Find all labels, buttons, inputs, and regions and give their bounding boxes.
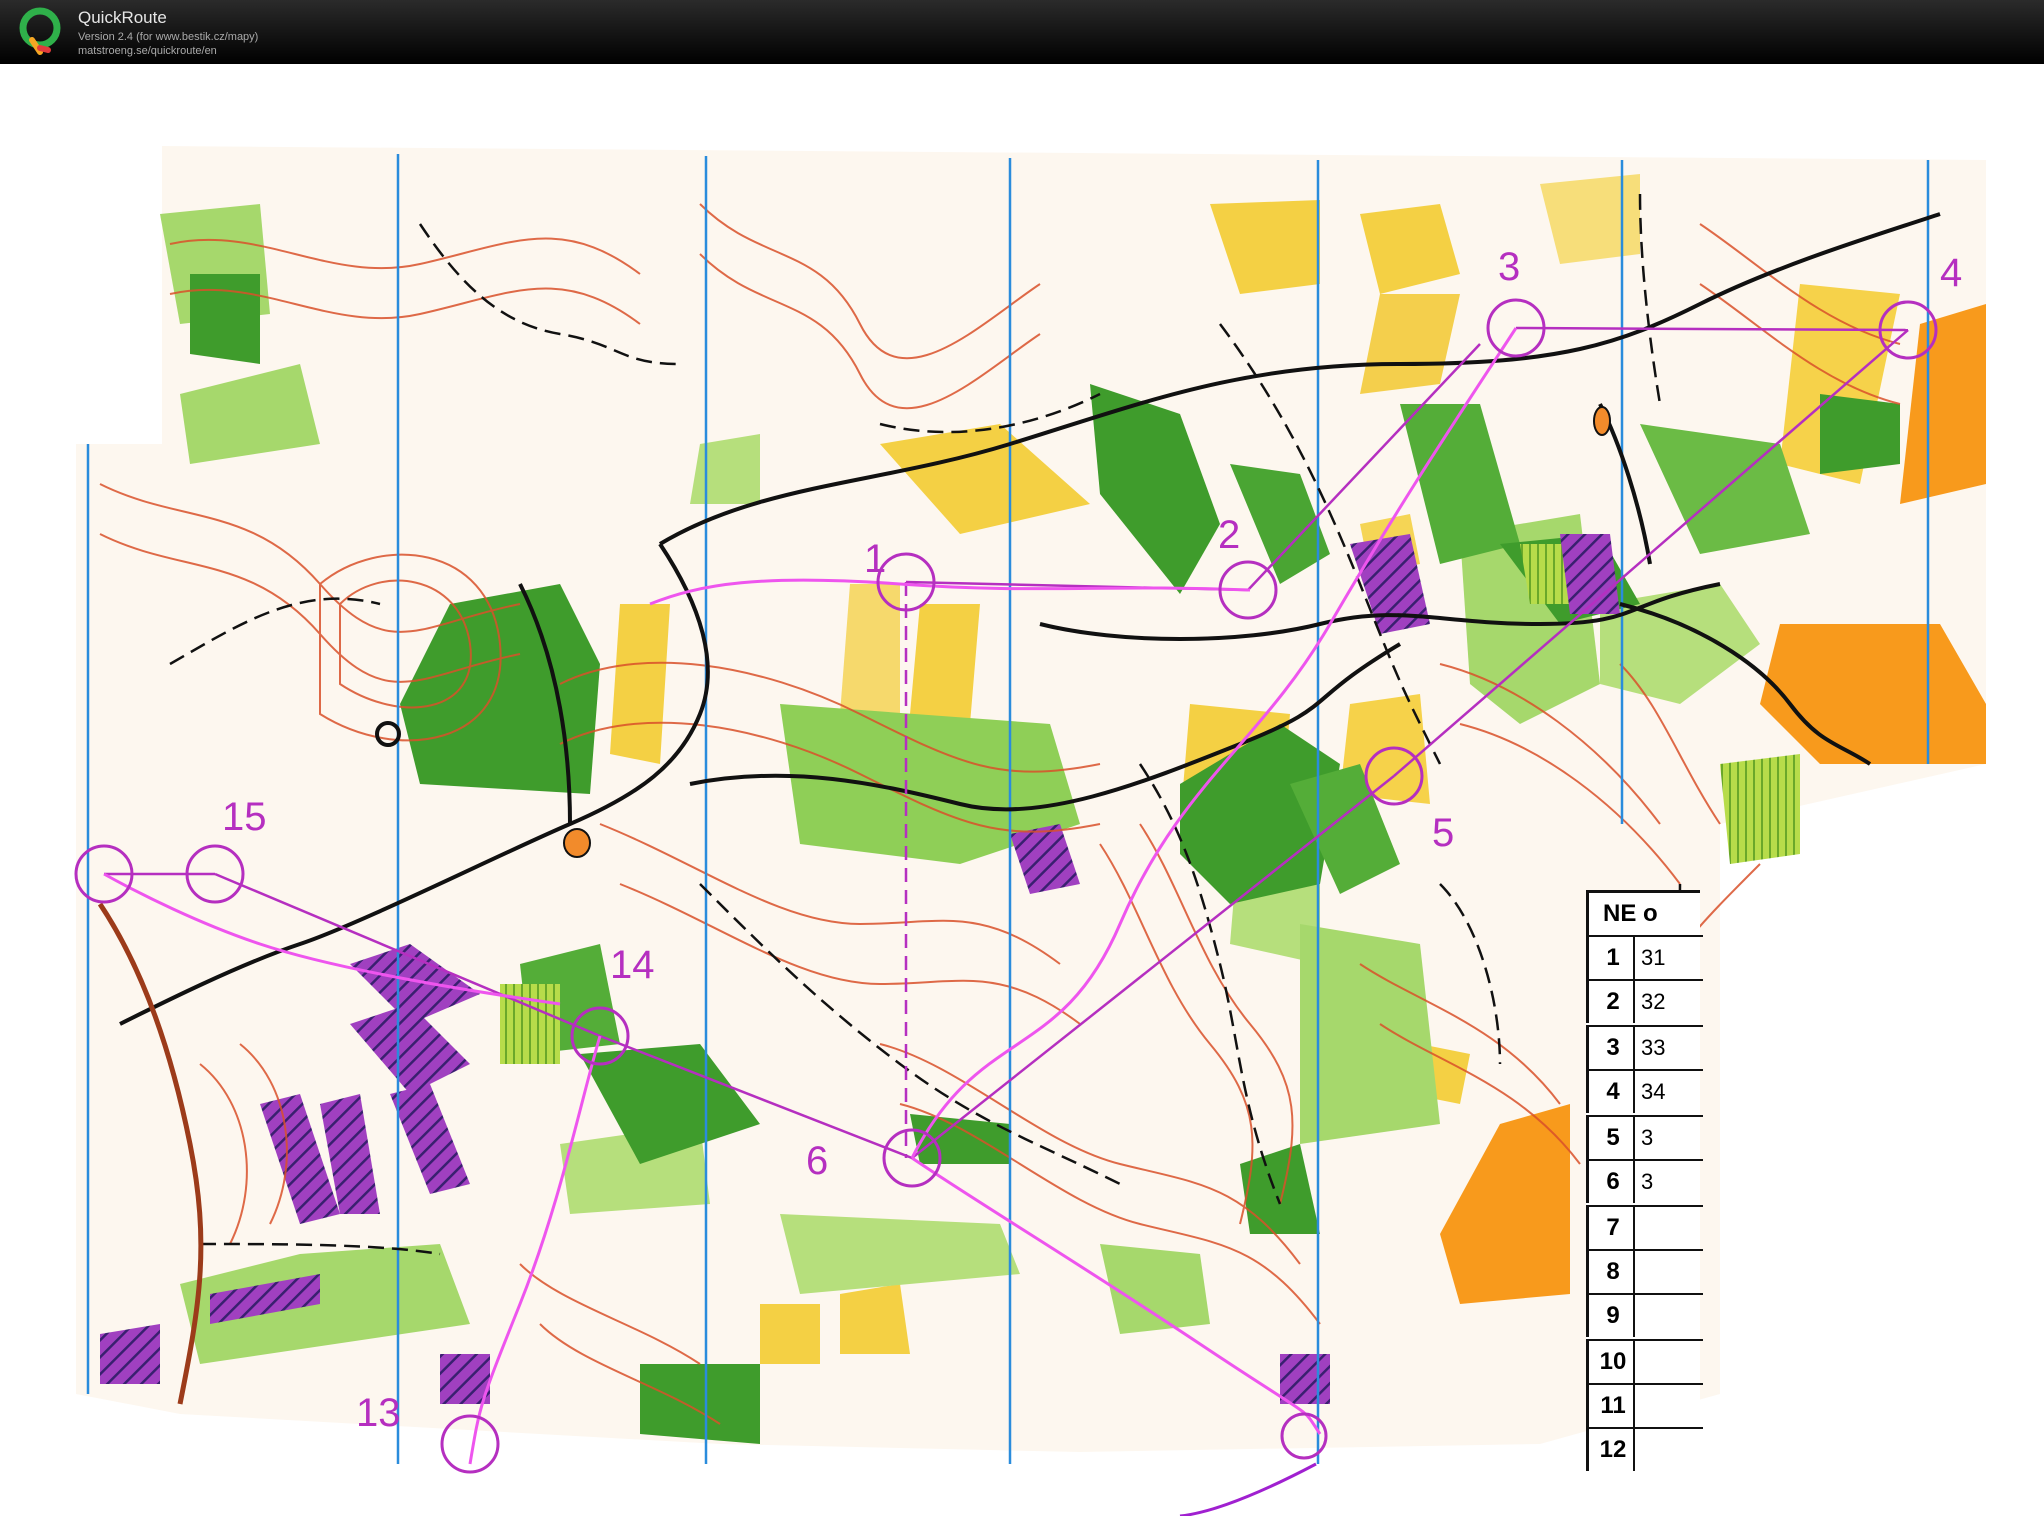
control-row-number: 9 (1593, 1295, 1635, 1337)
map-view[interactable]: 3 4 2 1 5 15 14 6 13 NE o 1 31 2 32 3 33 43… (0, 64, 2044, 1516)
control-row-number: 10 (1593, 1341, 1635, 1383)
control-row-number: 3 (1593, 1027, 1635, 1069)
control-row-number: 11 (1593, 1385, 1635, 1427)
control-label-15: 15 (222, 795, 267, 839)
control-row-number: 12 (1593, 1429, 1635, 1471)
orienteering-map[interactable]: 3 4 2 1 5 15 14 6 13 (0, 64, 2044, 1516)
control-row: 12 (1586, 1427, 1703, 1471)
control-row: 4 34 (1586, 1069, 1703, 1113)
control-row-code: 3 (1641, 1169, 1654, 1194)
small-pond (1593, 406, 1611, 436)
control-label-14: 14 (610, 943, 655, 987)
control-row: 7 (1586, 1205, 1703, 1249)
control-row: 8 (1586, 1249, 1703, 1293)
control-row: 3 33 (1586, 1025, 1703, 1069)
control-row: 9 (1586, 1293, 1703, 1337)
control-row-code: 33 (1641, 1035, 1666, 1060)
control-description-table: NE o 1 31 2 32 3 33 4 34 53 63 7 8 9 10 11 1… (1586, 890, 1703, 1513)
pond (563, 828, 591, 858)
app-version: Version 2.4 (for www.bestik.cz/mapy) (78, 31, 259, 43)
control-row-number: 8 (1593, 1251, 1635, 1293)
control-label-2: 2 (1218, 513, 1240, 557)
title-bar: QuickRoute Version 2.4 (for www.bestik.c… (0, 0, 2044, 64)
control-row-code: 31 (1641, 945, 1666, 970)
control-row: 11 (1586, 1383, 1703, 1427)
app-name: QuickRoute (78, 8, 167, 27)
control-row: 63 (1586, 1159, 1703, 1203)
control-row: 53 (1586, 1115, 1703, 1159)
control-row-code: 32 (1641, 989, 1666, 1014)
control-row: 1 31 (1586, 935, 1703, 979)
control-description-header: NE o (1586, 893, 1713, 935)
control-label-3: 3 (1498, 245, 1520, 289)
control-row-number: 1 (1593, 937, 1635, 979)
control-label-5: 5 (1432, 811, 1454, 855)
control-label-6: 6 (806, 1139, 828, 1183)
control-row: 2 32 (1586, 979, 1703, 1023)
control-label-1: 1 (864, 537, 886, 581)
quickroute-logo-icon (19, 7, 61, 55)
control-row-number: 7 (1593, 1207, 1635, 1249)
control-label-13: 13 (356, 1391, 401, 1435)
control-label-4: 4 (1940, 251, 1962, 295)
app-url: matstroeng.se/quickroute/en (78, 45, 217, 57)
control-row-number: 5 (1593, 1117, 1635, 1159)
control-row-number: 6 (1593, 1161, 1635, 1203)
control-row: 10 (1586, 1339, 1703, 1383)
control-row-number: 4 (1593, 1071, 1635, 1113)
control-row-number: 2 (1593, 981, 1635, 1023)
control-row-code: 34 (1641, 1079, 1666, 1104)
control-row-code: 3 (1641, 1125, 1654, 1150)
